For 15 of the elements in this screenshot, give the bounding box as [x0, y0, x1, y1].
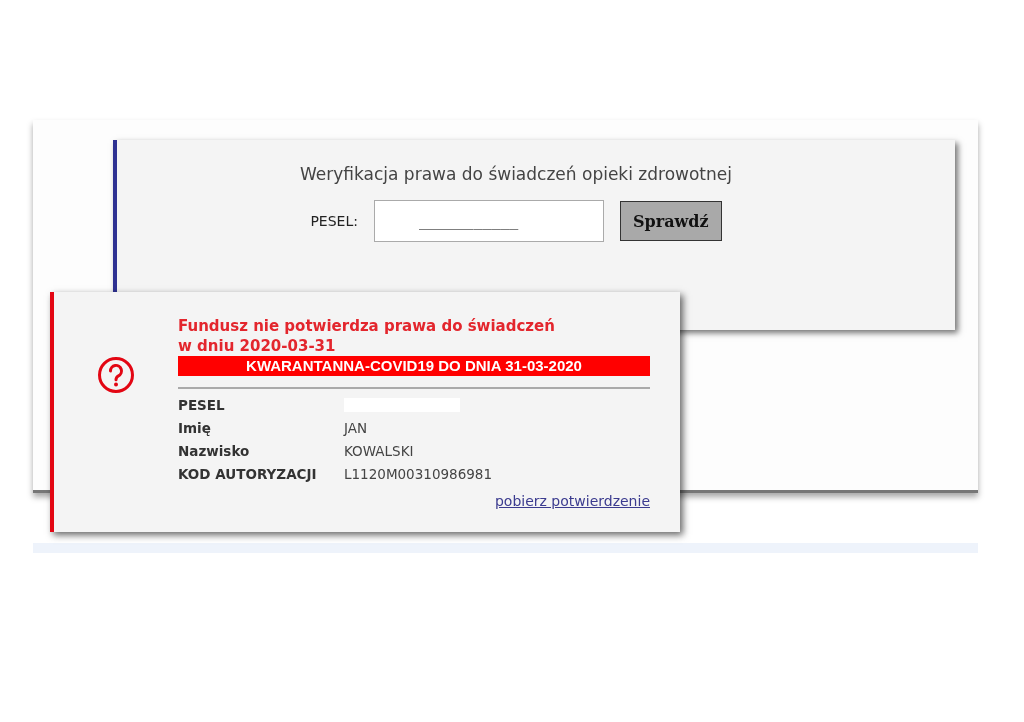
detail-label: Imię	[178, 419, 212, 436]
check-button[interactable]: Sprawdź	[619, 201, 722, 241]
question-icon	[97, 356, 135, 394]
quarantine-banner: KWARANTANNA-COVID19 DO DNIA 31-03-2020	[178, 356, 650, 376]
form-title: Weryfikacja prawa do świadczeń opieki zdrowotnej	[300, 164, 732, 184]
detail-label: PESEL	[178, 396, 226, 413]
detail-value: L1120M00310986981	[344, 465, 492, 482]
result-message: Fundusz nie potwierdza prawa do świadczeń w dniu 2020-03-31	[178, 316, 556, 356]
detail-value: KOWALSKI	[344, 442, 414, 459]
download-confirmation-link[interactable]: pobierz potwierdzenie	[494, 493, 650, 509]
detail-value: JAN	[344, 419, 368, 436]
pesel-label: PESEL:	[310, 213, 358, 229]
pesel-field[interactable]: ___________	[373, 200, 604, 242]
detail-label: Nazwisko	[178, 442, 251, 459]
detail-label: KOD AUTORYZACJI	[178, 465, 318, 482]
